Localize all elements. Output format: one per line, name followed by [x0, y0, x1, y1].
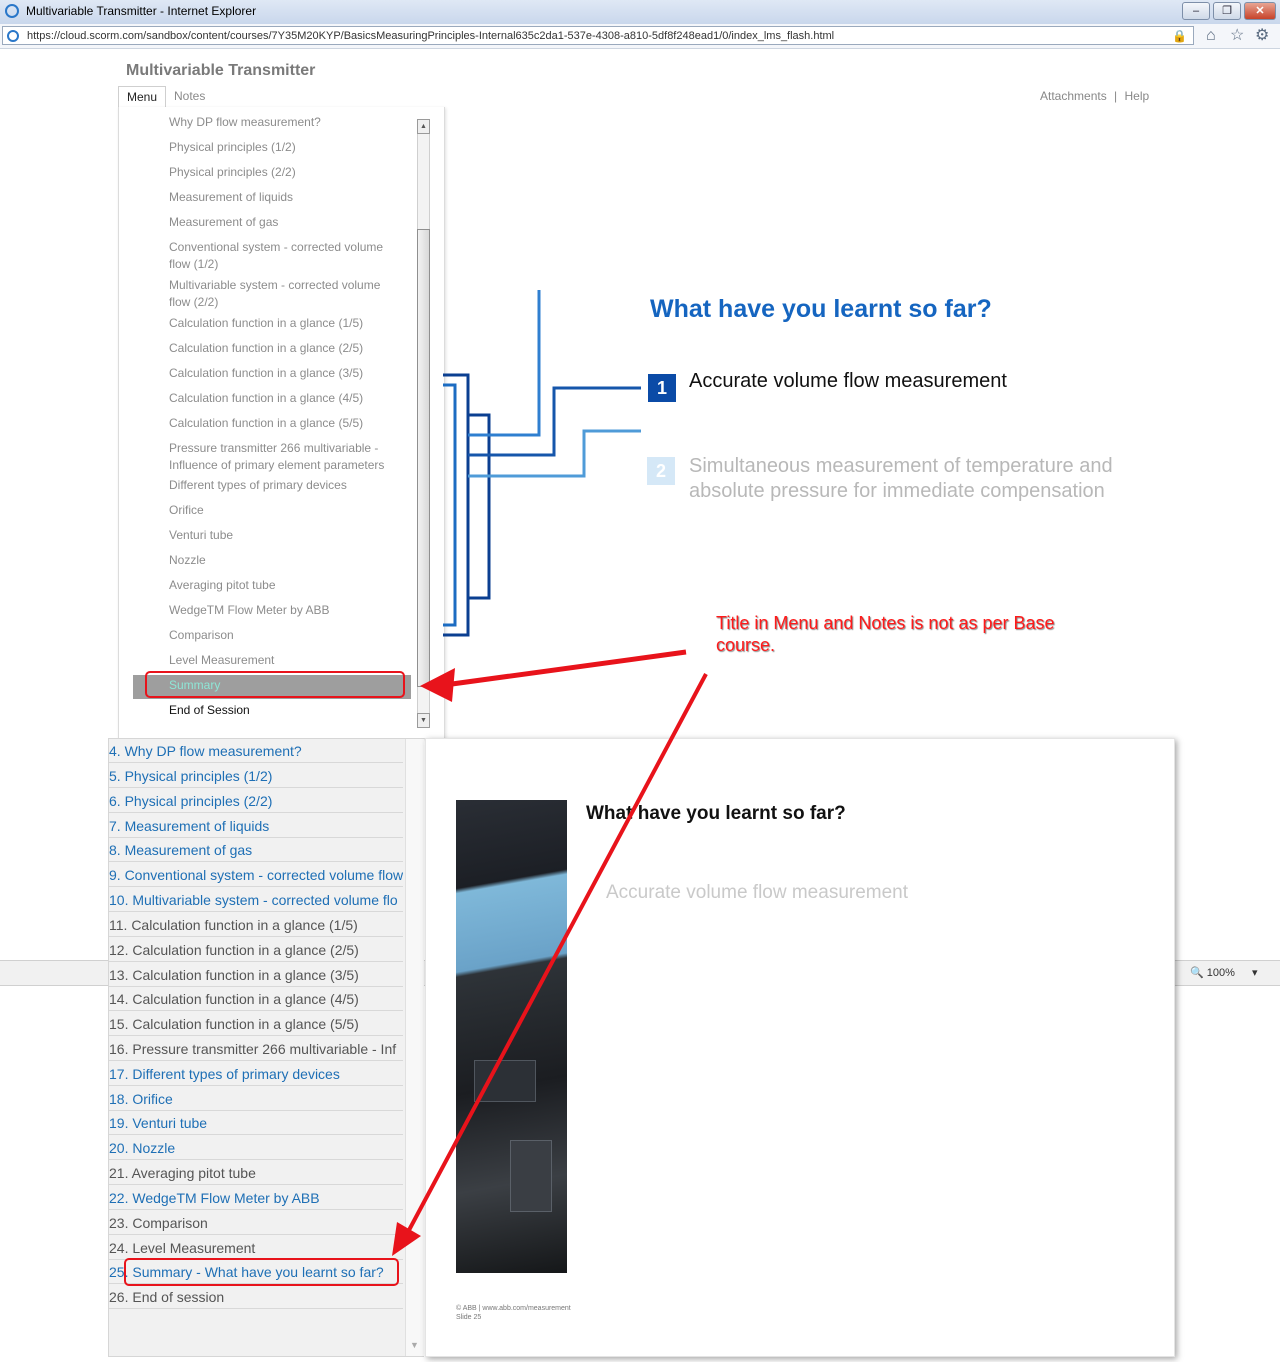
- base-menu-item[interactable]: 6. Physical principles (2/2): [109, 789, 403, 813]
- base-menu-item[interactable]: 9. Conventional system - corrected volum…: [109, 863, 403, 887]
- base-menu-item[interactable]: 11. Calculation function in a glance (1/…: [109, 913, 403, 937]
- base-menu-item[interactable]: 14. Calculation function in a glance (4/…: [109, 987, 403, 1011]
- address-bar: https://cloud.scorm.com/sandbox/content/…: [0, 24, 1280, 49]
- menu-item[interactable]: Comparison: [169, 627, 404, 644]
- base-menu-item[interactable]: 4. Why DP flow measurement?: [109, 739, 403, 763]
- menu-item[interactable]: Pressure transmitter 266 multivariable -…: [169, 440, 404, 474]
- scroll-down-arrow-icon[interactable]: ▼: [410, 1340, 419, 1350]
- ie-logo-icon: [5, 4, 19, 18]
- point-number-2: 2: [647, 457, 675, 485]
- scrollbar-thumb[interactable]: [417, 229, 430, 687]
- cockpit-panel: [474, 1060, 536, 1102]
- base-menu-item[interactable]: 21. Averaging pitot tube: [109, 1161, 403, 1185]
- callout-box-base-summary: [124, 1258, 399, 1286]
- restore-button[interactable]: ❐: [1213, 2, 1241, 20]
- base-slide-title: What have you learnt so far?: [586, 803, 846, 824]
- menu-item[interactable]: Why DP flow measurement?: [169, 114, 404, 131]
- footer-copyright: © ABB | www.abb.com/measurement: [456, 1305, 571, 1312]
- zoom-icon: 🔍: [1190, 967, 1204, 979]
- menu-item[interactable]: Calculation function in a glance (3/5): [169, 365, 404, 382]
- slide-title: What have you learnt so far?: [650, 295, 992, 323]
- link-separator: |: [1114, 89, 1118, 103]
- menu-item[interactable]: Measurement of liquids: [169, 189, 404, 206]
- callout-box-summary: [145, 671, 405, 698]
- window-title: Multivariable Transmitter - Internet Exp…: [26, 4, 257, 18]
- scroll-up-arrow-icon[interactable]: ▲: [417, 119, 430, 134]
- menu-item[interactable]: Physical principles (1/2): [169, 139, 404, 156]
- star-icon[interactable]: ☆: [1230, 27, 1244, 45]
- base-menu-item[interactable]: 17. Different types of primary devices: [109, 1062, 403, 1086]
- base-menu-item[interactable]: 20. Nozzle: [109, 1136, 403, 1160]
- scroll-down-arrow-icon[interactable]: ▼: [417, 713, 430, 728]
- menu-item[interactable]: Multivariable system - corrected volume …: [169, 277, 404, 311]
- lock-icon[interactable]: 🔒: [1172, 29, 1187, 43]
- menu-item[interactable]: Conventional system - corrected volume f…: [169, 239, 404, 273]
- menu-item[interactable]: Physical principles (2/2): [169, 164, 404, 181]
- tab-menu[interactable]: Menu: [118, 86, 167, 108]
- url-field[interactable]: https://cloud.scorm.com/sandbox/content/…: [2, 26, 1194, 45]
- base-menu-item[interactable]: 16. Pressure transmitter 266 multivariab…: [109, 1037, 403, 1061]
- zoom-level: 100%: [1206, 967, 1235, 979]
- base-menu-scrollbar[interactable]: ▼: [405, 739, 424, 1356]
- menu-item[interactable]: Calculation function in a glance (1/5): [169, 315, 404, 332]
- menu-item[interactable]: Nozzle: [169, 552, 404, 569]
- player-menu-panel: Why DP flow measurement? Physical princi…: [118, 107, 445, 739]
- line-mid-bracket: [443, 383, 457, 627]
- top-links: Attachments | Help: [1040, 89, 1149, 103]
- menu-item[interactable]: WedgeTM Flow Meter by ABB: [169, 602, 404, 619]
- close-button[interactable]: ✕: [1244, 2, 1276, 20]
- menu-item[interactable]: Calculation function in a glance (4/5): [169, 390, 404, 407]
- base-menu-item[interactable]: 8. Measurement of gas: [109, 838, 403, 862]
- window-titlebar: Multivariable Transmitter - Internet Exp…: [0, 0, 1280, 25]
- base-menu-item[interactable]: 12. Calculation function in a glance (2/…: [109, 938, 403, 962]
- base-menu-item[interactable]: 18. Orifice: [109, 1087, 403, 1111]
- menu-item[interactable]: End of Session: [169, 702, 404, 719]
- menu-scrollbar[interactable]: ▲ ▼: [417, 119, 430, 728]
- menu-item[interactable]: Orifice: [169, 502, 404, 519]
- tab-notes[interactable]: Notes: [166, 86, 213, 107]
- point-2-text: Simultaneous measurement of temperature …: [689, 455, 1113, 502]
- base-menu-item[interactable]: 22. WedgeTM Flow Meter by ABB: [109, 1186, 403, 1210]
- flow-lines-graphic: [443, 290, 641, 637]
- point-number-1: 1: [648, 374, 676, 402]
- menu-item[interactable]: Different types of primary devices: [169, 477, 404, 494]
- base-menu-item[interactable]: 19. Venturi tube: [109, 1111, 403, 1135]
- menu-item[interactable]: Venturi tube: [169, 527, 404, 544]
- help-link[interactable]: Help: [1125, 89, 1150, 103]
- base-menu-item[interactable]: 7. Measurement of liquids: [109, 814, 403, 838]
- line-vertical: [468, 290, 541, 437]
- cockpit-controls: [510, 1140, 552, 1212]
- base-menu-item[interactable]: 15. Calculation function in a glance (5/…: [109, 1012, 403, 1036]
- slide-footer: © ABB | www.abb.com/measurement Slide 25: [456, 1304, 571, 1322]
- base-menu-item[interactable]: 24. Level Measurement: [109, 1236, 403, 1260]
- attachments-link[interactable]: Attachments: [1040, 89, 1107, 103]
- annotation-text: Title in Menu and Notes is not as per Ba…: [716, 613, 1055, 655]
- course-title: Multivariable Transmitter: [126, 62, 316, 79]
- minimize-button[interactable]: –: [1182, 2, 1210, 20]
- cockpit-photo: [456, 800, 567, 1273]
- base-menu-item[interactable]: 23. Comparison: [109, 1211, 403, 1235]
- home-icon[interactable]: ⌂: [1206, 27, 1216, 45]
- gear-icon[interactable]: ⚙: [1255, 27, 1269, 45]
- base-menu-item[interactable]: 10. Multivariable system - corrected vol…: [109, 888, 403, 912]
- base-slide-point: Accurate volume flow measurement: [606, 882, 909, 903]
- line-inner-bracket: [468, 413, 491, 600]
- base-course-slide: What have you learnt so far? Accurate vo…: [425, 738, 1175, 1357]
- footer-slide-number: Slide 25: [456, 1314, 482, 1321]
- menu-item[interactable]: Averaging pitot tube: [169, 577, 404, 594]
- base-menu-item[interactable]: 13. Calculation function in a glance (3/…: [109, 963, 403, 987]
- menu-item[interactable]: Calculation function in a glance (2/5): [169, 340, 404, 357]
- arrow-to-menu: [451, 649, 687, 687]
- base-menu-item[interactable]: 26. End of session: [109, 1285, 403, 1309]
- url-text: https://cloud.scorm.com/sandbox/content/…: [27, 30, 835, 42]
- menu-item[interactable]: Level Measurement: [169, 652, 404, 669]
- base-menu-item[interactable]: 5. Physical principles (1/2): [109, 764, 403, 788]
- line-to-point-1: [468, 386, 641, 457]
- zoom-control[interactable]: 🔍 100% ▾: [1190, 966, 1258, 979]
- menu-item[interactable]: Measurement of gas: [169, 214, 404, 231]
- menu-item[interactable]: Calculation function in a glance (5/5): [169, 415, 404, 432]
- site-icon: [7, 30, 19, 42]
- point-1-text: Accurate volume flow measurement: [689, 370, 1007, 392]
- chevron-down-icon[interactable]: ▾: [1252, 967, 1258, 979]
